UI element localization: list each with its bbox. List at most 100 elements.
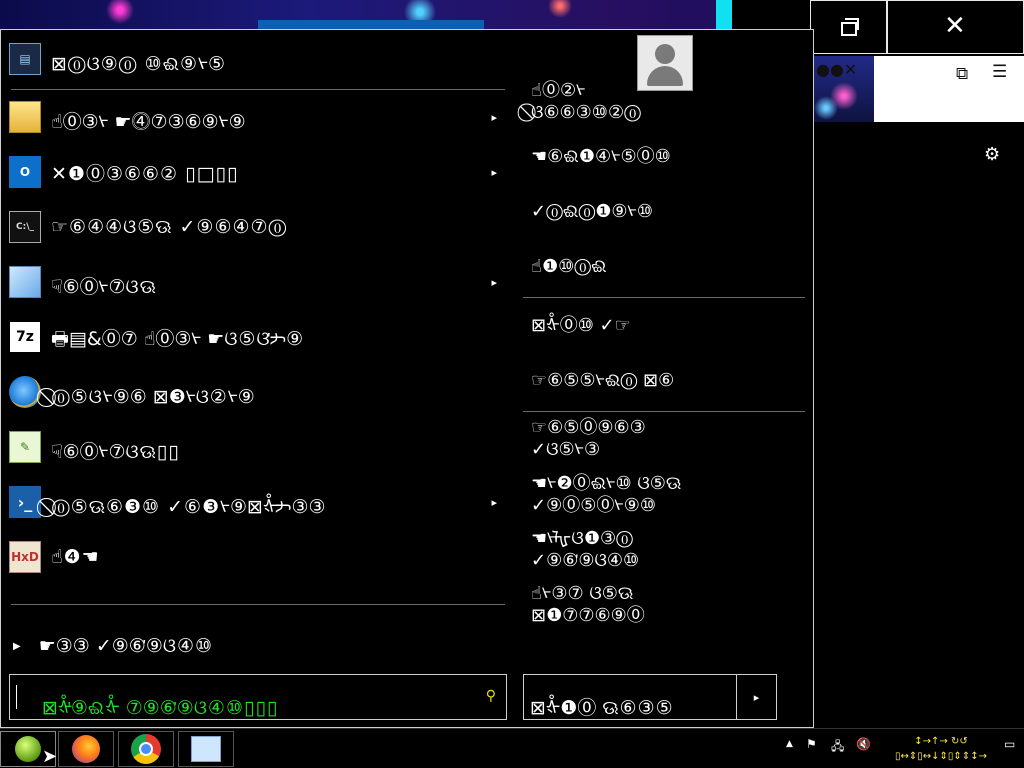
program-label: ☝❹☚ (51, 546, 100, 568)
avatar-body (647, 66, 683, 86)
right-link-label: ☝❶⑩⓪ଈ (531, 256, 607, 277)
right-link-7[interactable]: ☞⑥⑤⓪⑨⑥③ ✓ଓ⑤ᢣ③ (531, 417, 807, 461)
hamburger-menu-icon[interactable]: ☰ (992, 62, 1007, 82)
gear-icon[interactable]: ⚙ (984, 144, 1000, 165)
program-label: ☟⑥⓪ᢣ⑦ଓଊ (51, 276, 157, 298)
expand-arrow-icon: ▶ (13, 641, 21, 652)
clock-date: ▯↔⇕▯↔↓⇕▯⇕⇕↕→ (895, 751, 987, 762)
tab-title[interactable]: ●●✕ (816, 60, 857, 79)
submenu-arrow-icon: ▸ (491, 275, 497, 289)
console-icon: ▤ (9, 43, 41, 75)
right-link-2[interactable]: ☚⑥ଈ❶④ᢣ⑤⓪⑩ (531, 146, 807, 168)
submenu-arrow-icon: ▸ (491, 110, 497, 124)
program-label: ☟⑥⓪ᢣ⑦ଓଊ▯▯ (51, 441, 180, 463)
mouse-cursor-icon: ➤ (42, 746, 58, 767)
shutdown-label: ⊠ᢤ❶⓪ ଊ⑥③⑤ (530, 697, 674, 719)
right-link-label: ⊠❶⑦⑦⑥⑨⓪ (531, 605, 645, 626)
right-link-8[interactable]: ☚ᢣ❷⓪ଈᢣ⑩ ଓ⑤ଊ ✓⑨⓪⑤⓪ᢣ⑨⑩ (531, 473, 807, 517)
puzzle-icon[interactable]: ⧉ (956, 64, 968, 84)
program-label: ☝⓪③ᢣ ☛⓸⑦③⑥⑨ᢣ⑨ (51, 111, 246, 133)
right-link-3[interactable]: ✓⓪ଈ⓪❶⑨ᢣ⑩ (531, 201, 807, 223)
program-label: ⃠⓪⑤ଓᢣ⑨⑥ ⊠❸ᢣଓ②ᢣ⑨ (51, 386, 255, 408)
folder-icon (9, 101, 41, 133)
shutdown-button[interactable]: ⊠ᢤ❶⓪ ଊ⑥③⑤ ▸ (523, 674, 777, 720)
restore-icon-front (841, 22, 857, 36)
search-input[interactable]: ⊠ᢤᡃ⑨ଈᢤ ⑦⑨⑥ᡃ⑨ଓ④⑩▯▯▯ ⚲ (9, 674, 507, 720)
submenu-arrow-icon: ▸ (491, 165, 497, 179)
program-label: ⃠⓪⑤ଊ⑥❸⑩ ✓⑥❸ᢣ⑨⊠ᢤᢣ③③ (51, 496, 326, 518)
right-link-label: ☚ᢣ❷⓪ଈᢣ⑩ ଓ⑤ଊ (531, 473, 682, 494)
program-item-10[interactable]: HxD ☝❹☚ (1, 532, 507, 582)
program-item-5[interactable]: ☟⑥⓪ᢣ⑦ଓଊ ▸ (1, 257, 507, 307)
flag-icon[interactable]: ⚑ (806, 737, 817, 751)
right-link-label: ✓ଓ⑤ᢣ③ (531, 439, 601, 460)
program-item-1[interactable]: ▤ ⊠⓪ଓ⑨⓪ ⑩ଈ⑨ᢣ⑤ (1, 34, 507, 84)
right-link-label: ☝ᢣ③⑦ ଓ⑤ଊ (531, 583, 634, 604)
right-link-label: ⊠ᢤ⓪⑩ ✓☞ (531, 315, 631, 336)
right-link-label: ✓⑨⓪⑤⓪ᢣ⑨⑩ (531, 495, 656, 516)
network-icon[interactable]: 🖧 (831, 737, 844, 758)
clock[interactable]: ↕→↑→ ↻↺ ▯↔⇕▯↔↓⇕▯⇕⇕↕→ (893, 734, 989, 764)
all-programs-button[interactable]: ▶ ☛③③ ✓⑨⑥ᡃ⑨ଓ④⑩ (13, 624, 213, 658)
chrome-icon (131, 734, 161, 764)
divider (523, 297, 805, 298)
start-menu: ▤ ⊠⓪ଓ⑨⓪ ⑩ଈ⑨ᢣ⑤ ☝⓪③ᢣ ☛⓸⑦③⑥⑨ᢣ⑨ ▸ O ✕❶⓪③⑥⑥② … (0, 29, 814, 728)
show-desktop-icon[interactable]: ▭ (1004, 737, 1015, 751)
taskbar-firefox[interactable] (58, 731, 114, 767)
taskbar: ▲ ⚑ 🖧 🔇 ↕→↑→ ↻↺ ▯↔⇕▯↔↓⇕▯⇕⇕↕→ ▭ (0, 728, 1024, 768)
program-label: 🖶▤&⓪⑦ ☝⓪③ᢣ ☛ଓ⑤ଓᡃᢣ⑨ (51, 328, 304, 350)
program-item-3[interactable]: O ✕❶⓪③⑥⑥② ▯□▯▯ ▸ (1, 147, 507, 197)
program-label: ☞⑥④④ଓ⑤ଊ ✓⑨⑥④⑦⓪ (51, 216, 288, 238)
volume-muted-icon[interactable]: 🔇 (856, 737, 871, 751)
start-orb-icon (15, 736, 41, 762)
right-link-4[interactable]: ☝❶⑩⓪ଈ (531, 256, 807, 278)
right-link-9[interactable]: ☚ᢣᡀଓ❶③⓪ ✓⑨⑥ᡃ⑨ଓ④⑩ (531, 528, 807, 572)
close-icon: ✕ (944, 11, 966, 41)
right-link-label: ✓⓪ଈ⓪❶⑨ᢣ⑩ (531, 201, 654, 222)
terminal-icon: C:\_ (9, 211, 41, 243)
program-label: ✕❶⓪③⑥⑥② ▯□▯▯ (51, 162, 239, 185)
ie-icon (9, 376, 41, 408)
program-item-6[interactable]: 7z 🖶▤&⓪⑦ ☝⓪③ᢣ ☛ଓ⑤ଓᡃᢣ⑨ (1, 312, 507, 362)
right-link-5[interactable]: ⊠ᢤ⓪⑩ ✓☞ (531, 315, 807, 337)
power-options-arrow-icon[interactable]: ▸ (736, 675, 776, 719)
close-button[interactable]: ✕ (886, 0, 1024, 54)
program-item-7[interactable]: ⃠⓪⑤ଓᢣ⑨⑥ ⊠❸ᢣଓ②ᢣ⑨ (1, 367, 507, 417)
show-hidden-icon[interactable]: ▲ (786, 739, 793, 749)
right-link-label: ☚⑥ଈ❶④ᢣ⑤⓪⑩ (531, 146, 671, 167)
user-avatar-icon[interactable] (637, 35, 693, 91)
powershell-icon: ›_ (9, 486, 41, 518)
avatar-head (655, 44, 675, 64)
search-icon[interactable]: ⚲ (486, 688, 496, 704)
program-item-8[interactable]: ✎ ☟⑥⓪ᢣ⑦ଓଊ▯▯ (1, 422, 507, 472)
right-link-10[interactable]: ☝ᢣ③⑦ ଓ⑤ଊ ⊠❶⑦⑦⑥⑨⓪ (531, 583, 807, 627)
notepadpp-icon: ✎ (9, 431, 41, 463)
divider (523, 411, 805, 412)
program-item-9[interactable]: ›_ ⃠⓪⑤ଊ⑥❸⑩ ✓⑥❸ᢣ⑨⊠ᢤᢣ③③ ▸ (1, 477, 507, 527)
hxd-icon: HxD (9, 541, 41, 573)
right-link-6[interactable]: ☞⑥⑤⑤ᢣଈ⓪ ⊠⑥ (531, 370, 807, 392)
submenu-arrow-icon: ▸ (491, 495, 497, 509)
firefox-icon (72, 735, 100, 763)
program-item-2[interactable]: ☝⓪③ᢣ ☛⓸⑦③⑥⑨ᢣ⑨ ▸ (1, 92, 507, 142)
text-caret (16, 685, 17, 709)
clock-time: ↕→↑→ ↻↺ (914, 736, 968, 747)
taskbar-chrome[interactable] (118, 731, 174, 767)
restore-button[interactable] (810, 0, 888, 54)
7zip-icon: 7z (9, 321, 41, 353)
search-value: ⊠ᢤᡃ⑨ଈᢤ ⑦⑨⑥ᡃ⑨ଓ④⑩▯▯▯ (42, 697, 279, 719)
program-item-4[interactable]: C:\_ ☞⑥④④ଓ⑤ଊ ✓⑨⑥④⑦⓪ (1, 202, 507, 252)
right-link-label: ☞⑥⑤⓪⑨⑥③ (531, 417, 646, 438)
right-link-label: ✓⑨⑥ᡃ⑨ଓ④⑩ (531, 550, 640, 571)
outlook-icon: O (9, 156, 41, 188)
program-label: ⊠⓪ଓ⑨⓪ ⑩ଈ⑨ᢣ⑤ (51, 53, 225, 75)
taskbar-control-panel[interactable] (178, 731, 234, 767)
right-link-label: ☚ᢣᡀଓ❶③⓪ (531, 528, 633, 549)
browser-toolbar: ●●✕ ⧉ ☰ (814, 56, 1024, 122)
divider (11, 89, 505, 90)
right-link-label: ☞⑥⑤⑤ᢣଈ⓪ ⊠⑥ (531, 370, 675, 391)
right-link-label: ⃠ଓ⑥⑥③⑩②⓪ (531, 102, 641, 123)
divider (11, 604, 505, 605)
all-programs-label: ☛③③ ✓⑨⑥ᡃ⑨ଓ④⑩ (38, 635, 214, 657)
control-panel-icon (191, 736, 221, 762)
